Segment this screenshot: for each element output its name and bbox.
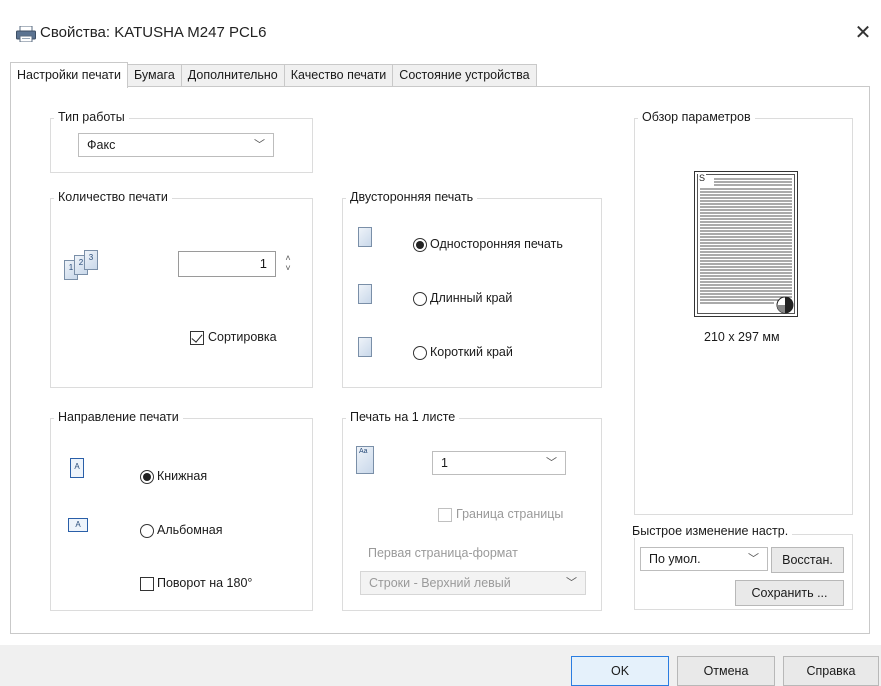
simplex-page-icon xyxy=(358,227,372,247)
page-order-label: Первая страница-формат xyxy=(368,546,518,560)
tab-strip: Настройки печати Бумага Дополнительно Ка… xyxy=(10,62,537,88)
copies-pages-icon: 1 2 3 xyxy=(64,250,104,285)
copies-spinner[interactable]: ˄ ˅ xyxy=(282,253,294,273)
nup-group-label: Печать на 1 листе xyxy=(346,410,460,424)
short-edge-page-icon xyxy=(358,337,372,357)
paper-size-label: 210 x 297 мм xyxy=(704,330,780,344)
job-type-value: Факс xyxy=(87,138,116,152)
job-type-group-label: Тип работы xyxy=(54,110,129,124)
radio-short-edge[interactable] xyxy=(413,346,427,360)
collate-label[interactable]: Сортировка xyxy=(208,330,277,344)
landscape-page-icon: A xyxy=(68,518,88,532)
copies-group-label: Количество печати xyxy=(54,190,172,204)
quick-preset-value: По умол. xyxy=(649,552,701,566)
copies-group xyxy=(50,198,313,388)
nup-page-icon: Aa xyxy=(356,446,374,474)
radio-portrait[interactable] xyxy=(140,470,154,484)
cancel-button[interactable]: Отмена xyxy=(677,656,775,686)
duplex-group-label: Двусторонняя печать xyxy=(346,190,478,204)
long-edge-page-icon xyxy=(358,284,372,304)
tab-device-status[interactable]: Состояние устройства xyxy=(392,64,537,87)
portrait-page-icon: A xyxy=(70,458,84,478)
chevron-down-icon: ﹀ xyxy=(566,577,577,589)
copies-input[interactable]: 1 xyxy=(178,251,276,277)
page-border-checkbox[interactable] xyxy=(438,508,452,522)
spin-up-icon[interactable]: ˄ xyxy=(282,253,294,263)
chevron-down-icon: ﹀ xyxy=(254,139,265,151)
printer-icon xyxy=(16,26,36,42)
job-type-select[interactable]: Факс ﹀ xyxy=(78,133,274,157)
quick-settings-group-label: Быстрое изменение настр. xyxy=(628,524,793,538)
page-letter: S xyxy=(698,173,707,183)
preview-group-label: Обзор параметров xyxy=(638,110,755,124)
radio-simplex[interactable] xyxy=(413,238,427,252)
ok-button[interactable]: OK xyxy=(571,656,669,686)
spin-down-icon[interactable]: ˅ xyxy=(282,263,294,273)
page-border-label[interactable]: Граница страницы xyxy=(456,507,563,521)
tab-print-settings[interactable]: Настройки печати xyxy=(10,62,128,88)
tab-advanced[interactable]: Дополнительно xyxy=(180,64,285,87)
short-edge-label[interactable]: Короткий край xyxy=(430,345,513,359)
radio-landscape[interactable] xyxy=(140,524,154,538)
chevron-down-icon: ﹀ xyxy=(546,457,557,469)
save-preset-button[interactable]: Сохранить ... xyxy=(735,580,844,606)
portrait-label[interactable]: Книжная xyxy=(157,469,207,483)
page-order-value: Строки - Верхний левый xyxy=(369,576,511,590)
tab-paper[interactable]: Бумага xyxy=(126,64,182,87)
window-title: Свойства: KATUSHA M247 PCL6 xyxy=(40,24,267,41)
close-button[interactable]: ✕ xyxy=(848,18,878,48)
landscape-label[interactable]: Альбомная xyxy=(157,523,222,537)
collate-checkbox[interactable] xyxy=(190,331,204,345)
radio-long-edge[interactable] xyxy=(413,292,427,306)
pages-per-sheet-value: 1 xyxy=(441,456,448,470)
restore-button[interactable]: Восстан. xyxy=(771,547,844,573)
pages-per-sheet-select[interactable]: 1 ﹀ xyxy=(432,451,566,475)
help-button[interactable]: Справка xyxy=(783,656,879,686)
orientation-group-label: Направление печати xyxy=(54,410,183,424)
simplex-label[interactable]: Односторонняя печать xyxy=(430,237,563,251)
tab-print-quality[interactable]: Качество печати xyxy=(283,64,394,87)
chevron-down-icon: ﹀ xyxy=(748,553,759,565)
rotate-180-label[interactable]: Поворот на 180° xyxy=(157,576,252,590)
quick-preset-select[interactable]: По умол. ﹀ xyxy=(640,547,768,571)
page-preview-image xyxy=(694,171,798,317)
long-edge-label[interactable]: Длинный край xyxy=(430,291,512,305)
page-order-select[interactable]: Строки - Верхний левый ﹀ xyxy=(360,571,586,595)
rotate-180-checkbox[interactable] xyxy=(140,577,154,591)
